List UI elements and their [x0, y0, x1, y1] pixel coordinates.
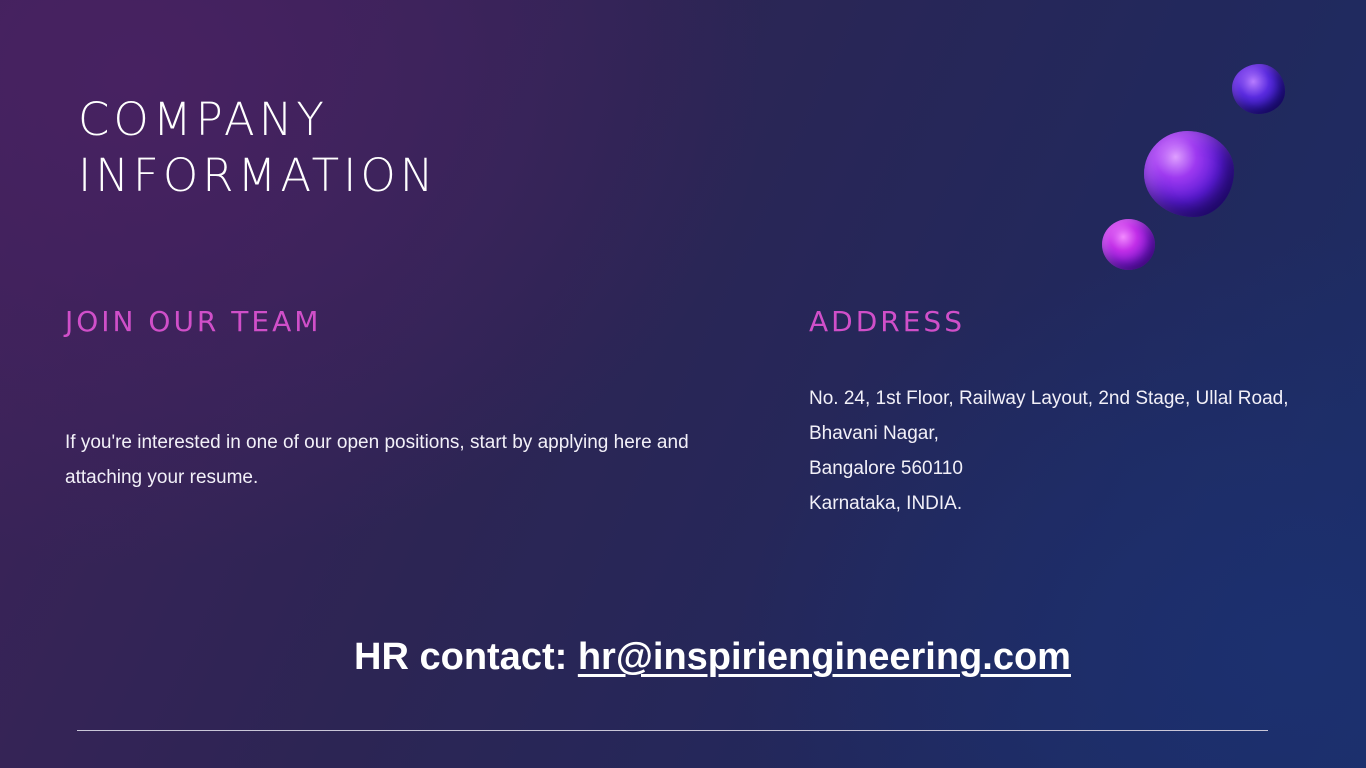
decorative-sphere-small [1102, 219, 1155, 270]
join-heading: JOIN OUR TEAM [65, 305, 322, 338]
hr-email-link[interactable]: hr@inspiriengineering.com [578, 636, 1071, 678]
hr-contact: HR contact: hr@inspiriengineering.com [0, 632, 1366, 682]
hr-contact-label: HR contact: [354, 636, 578, 678]
footer-divider [77, 730, 1268, 731]
address-line: Bhavani Nagar, [809, 423, 939, 444]
address-line: Karnataka, INDIA. [809, 493, 963, 514]
address-heading: ADDRESS [809, 305, 965, 338]
page-title: COMPANY INFORMATION [78, 93, 438, 202]
join-description: If you're interested in one of our open … [65, 432, 689, 488]
address-line: Bangalore 560110 [809, 458, 963, 479]
decorative-sphere-large [1144, 131, 1234, 217]
address-line: No. 24, 1st Floor, Railway Layout, 2nd S… [809, 388, 1289, 409]
address-block: No. 24, 1st Floor, Railway Layout, 2nd S… [809, 381, 1289, 521]
decorative-sphere-top [1232, 64, 1285, 114]
